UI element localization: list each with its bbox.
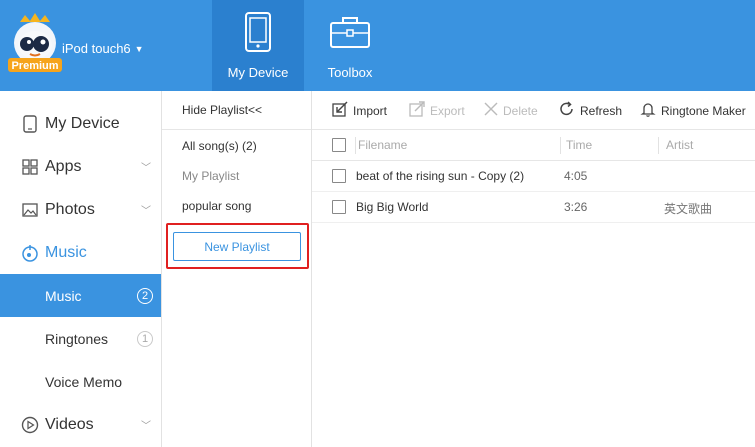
row-checkbox[interactable]	[332, 169, 346, 183]
playlist-item-my-playlist[interactable]: My Playlist	[182, 169, 239, 183]
sidebar-item-label: Music	[45, 287, 82, 304]
ringtone-maker-button[interactable]: Ringtone Maker	[640, 91, 746, 130]
sidebar-item-videos[interactable]: Videos ﹀	[0, 403, 161, 446]
tablet-icon	[244, 12, 272, 52]
column-header-time[interactable]: Time	[566, 138, 592, 152]
sidebar-item-photos[interactable]: Photos ﹀	[0, 188, 161, 231]
sidebar-item-label: Ringtones	[45, 330, 109, 347]
export-icon	[409, 101, 425, 120]
sidebar-item-label: Videos	[45, 415, 94, 433]
table-header: Filename Time Artist	[312, 130, 755, 161]
tab-my-device[interactable]: My Device	[212, 0, 304, 91]
refresh-label: Refresh	[580, 103, 623, 118]
main-panel: Import Export Delete Refresh Ringtone Ma…	[312, 91, 755, 447]
cell-artist: 英文歌曲	[664, 202, 713, 216]
tab-toolbox[interactable]: Toolbox	[304, 0, 396, 91]
delete-button[interactable]: Delete	[484, 91, 538, 130]
chevron-down-icon: ﹀	[141, 163, 151, 174]
cell-filename: beat of the rising sun - Copy (2)	[356, 169, 525, 183]
chevron-down-icon: ﹀	[141, 421, 151, 432]
video-play-icon	[21, 416, 39, 434]
device-name-label: iPod touch6	[62, 41, 131, 56]
sidebar-item-music[interactable]: Music	[0, 231, 161, 274]
sidebar-item-label: My Device	[45, 114, 120, 132]
app-header: Premium iPod touch6 ▼ My Device Toolbox	[0, 0, 755, 91]
refresh-icon	[559, 101, 575, 120]
sidebar-subitem-music[interactable]: Music 2	[0, 274, 161, 317]
sidebar-item-apps[interactable]: Apps ﹀	[0, 145, 161, 188]
chevron-down-icon: ﹀	[141, 206, 151, 217]
bell-icon	[640, 101, 656, 120]
export-label: Export	[430, 103, 465, 118]
column-header-filename[interactable]: Filename	[358, 138, 407, 152]
apps-grid-icon	[21, 158, 39, 176]
sidebar-item-my-device[interactable]: My Device	[0, 102, 161, 145]
table-row[interactable]: Big Big World 3:26 英文歌曲	[312, 192, 755, 223]
import-label: Import	[353, 103, 388, 118]
playlist-item-all-songs[interactable]: All song(s) (2)	[182, 139, 257, 153]
cell-filename: Big Big World	[356, 200, 429, 214]
device-selector[interactable]: iPod touch6 ▼	[62, 41, 144, 56]
delete-x-icon	[484, 102, 498, 119]
app-logo: Premium	[6, 13, 64, 75]
hide-playlist-button[interactable]: Hide Playlist<<	[162, 91, 311, 130]
import-icon	[332, 101, 348, 120]
device-icon	[21, 114, 39, 133]
music-icon	[21, 244, 39, 262]
sidebar-item-label: Photos	[45, 200, 95, 218]
sidebar-item-label: Voice Memo	[45, 373, 123, 390]
cell-time: 4:05	[564, 169, 588, 183]
sidebar-item-label: Music	[45, 243, 87, 261]
count-badge: 2	[137, 287, 153, 304]
sidebar-subitem-ringtones[interactable]: Ringtones 1	[0, 317, 161, 360]
svg-text:Premium: Premium	[11, 60, 58, 72]
playlist-panel: Hide Playlist<< All song(s) (2) My Playl…	[162, 91, 312, 447]
new-playlist-button[interactable]: New Playlist	[173, 232, 301, 261]
delete-label: Delete	[503, 103, 538, 118]
refresh-button[interactable]: Refresh	[559, 91, 622, 130]
sidebar: My Device Apps ﹀ Photos ﹀ Music Music 2 …	[0, 91, 162, 447]
export-button[interactable]: Export	[409, 91, 465, 130]
tab-toolbox-label: Toolbox	[327, 65, 373, 80]
toolbox-icon	[329, 12, 371, 52]
sidebar-subitem-voice-memo[interactable]: Voice Memo	[0, 360, 161, 403]
column-divider	[658, 137, 659, 154]
sidebar-item-label: Apps	[45, 157, 82, 175]
select-all-checkbox[interactable]	[332, 138, 346, 152]
ringtone-maker-label: Ringtone Maker	[661, 103, 746, 118]
column-header-artist[interactable]: Artist	[666, 138, 693, 152]
column-divider	[560, 137, 561, 154]
playlist-item-popular-song[interactable]: popular song	[182, 199, 251, 213]
count-badge: 1	[137, 330, 153, 347]
cell-time: 3:26	[564, 200, 588, 214]
tab-my-device-label: My Device	[227, 65, 289, 80]
toolbar: Import Export Delete Refresh Ringtone Ma…	[312, 91, 755, 130]
table-row[interactable]: beat of the rising sun - Copy (2) 4:05	[312, 161, 755, 192]
import-button[interactable]: Import	[332, 91, 387, 130]
column-divider	[355, 137, 356, 154]
photo-icon	[21, 201, 39, 219]
row-checkbox[interactable]	[332, 200, 346, 214]
caret-down-icon: ▼	[134, 43, 144, 54]
